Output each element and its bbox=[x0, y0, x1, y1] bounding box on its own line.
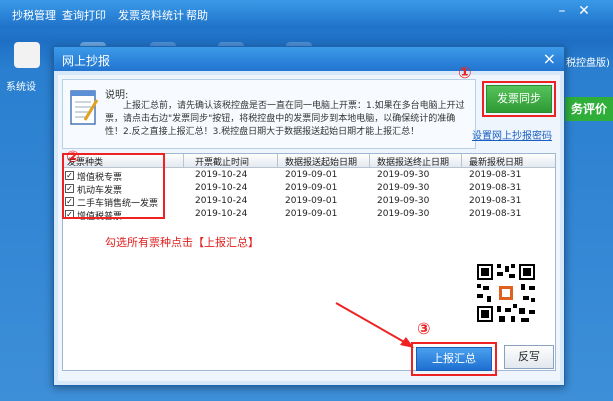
info-panel: 说明: 上报汇总前，请先确认该税控盘是否一直在同一电脑上开票：1.如果在多台电脑… bbox=[62, 79, 476, 149]
cell-cutoff: 2019-10-24 bbox=[195, 209, 248, 219]
dialog-title: 网上抄报 bbox=[62, 54, 111, 68]
menu-bar: 抄税管理 查询打印 发票资料统计 帮助 – ✕ bbox=[0, 0, 613, 28]
cell-end: 2019-09-30 bbox=[377, 170, 430, 180]
step-marker-two: ② bbox=[66, 147, 80, 166]
dialog-body: 说明: 上报汇总前，请先确认该税控盘是否一直在同一电脑上开票：1.如果在多台电脑… bbox=[58, 63, 560, 381]
toolbar-label: 系统设 bbox=[6, 82, 36, 93]
step-marker-three: ③ bbox=[417, 319, 431, 338]
column-divider bbox=[461, 154, 462, 168]
menu-item-invoice-stats[interactable]: 发票资料统计 bbox=[118, 7, 184, 23]
cell-end: 2019-09-30 bbox=[377, 209, 430, 219]
col-header-latest: 最新报税日期 bbox=[469, 158, 524, 168]
version-tag: 税控盘版) bbox=[566, 58, 610, 69]
cell-end: 2019-09-30 bbox=[377, 196, 430, 206]
close-app-icon[interactable]: ✕ bbox=[574, 2, 594, 20]
pointer-arrow-icon bbox=[335, 302, 414, 348]
cell-start: 2019-09-01 bbox=[285, 209, 338, 219]
minimize-icon[interactable]: – bbox=[552, 2, 572, 20]
submit-highlight: 上报汇总 bbox=[411, 342, 497, 376]
step-marker-one: ① bbox=[458, 63, 472, 82]
cell-cutoff: 2019-10-24 bbox=[195, 170, 248, 180]
set-password-link[interactable]: 设置网上抄报密码 bbox=[472, 127, 552, 142]
instruction-text: 勾选所有票种点击【上报汇总】 bbox=[105, 236, 259, 249]
report-summary-button[interactable]: 上报汇总 bbox=[416, 347, 492, 371]
cell-latest: 2019-08-31 bbox=[469, 170, 522, 180]
invoice-type-table: 发票种类 开票截止时间 数据报送起始日期 数据报送终止日期 最新报税日期 ✓ 增… bbox=[62, 153, 556, 371]
notepad-icon bbox=[70, 90, 99, 125]
col-header-cutoff: 开票截止时间 bbox=[195, 158, 250, 168]
cell-start: 2019-09-01 bbox=[285, 170, 338, 180]
invoice-sync-button[interactable]: 发票同步 bbox=[486, 85, 552, 113]
column-divider bbox=[277, 154, 278, 168]
write-back-button[interactable]: 反写 bbox=[504, 345, 554, 369]
cell-latest: 2019-08-31 bbox=[469, 183, 522, 193]
col-header-start: 数据报送起始日期 bbox=[285, 158, 358, 168]
cell-cutoff: 2019-10-24 bbox=[195, 196, 248, 206]
cell-start: 2019-09-01 bbox=[285, 183, 338, 193]
cell-end: 2019-09-30 bbox=[377, 183, 430, 193]
dialog-title-bar: 网上抄报 × bbox=[54, 47, 564, 71]
system-settings-icon[interactable] bbox=[14, 42, 40, 68]
info-heading: 说明: bbox=[105, 90, 129, 101]
column-divider bbox=[183, 154, 184, 168]
cell-latest: 2019-08-31 bbox=[469, 209, 522, 219]
column-divider bbox=[369, 154, 370, 168]
sync-highlight: 发票同步 bbox=[482, 81, 556, 117]
qr-code-icon bbox=[475, 262, 537, 324]
side-evaluation-tab[interactable]: 务评价 bbox=[565, 97, 613, 121]
cell-latest: 2019-08-31 bbox=[469, 196, 522, 206]
col-header-end: 数据报送终止日期 bbox=[377, 158, 450, 168]
menu-item-help[interactable]: 帮助 bbox=[186, 7, 208, 23]
menu-item-query-print[interactable]: 查询打印 bbox=[62, 7, 106, 23]
cell-start: 2019-09-01 bbox=[285, 196, 338, 206]
close-icon[interactable]: × bbox=[543, 49, 556, 68]
online-report-dialog: 网上抄报 × 说明: 上报汇总前，请先确认该税控盘是否一直在同一电脑上开票：1.… bbox=[53, 46, 565, 386]
menu-item-tax-management[interactable]: 抄税管理 bbox=[12, 7, 56, 23]
cell-cutoff: 2019-10-24 bbox=[195, 183, 248, 193]
info-text: 上报汇总前，请先确认该税控盘是否一直在同一电脑上开票：1.如果在多台电脑上开过票… bbox=[105, 101, 465, 137]
